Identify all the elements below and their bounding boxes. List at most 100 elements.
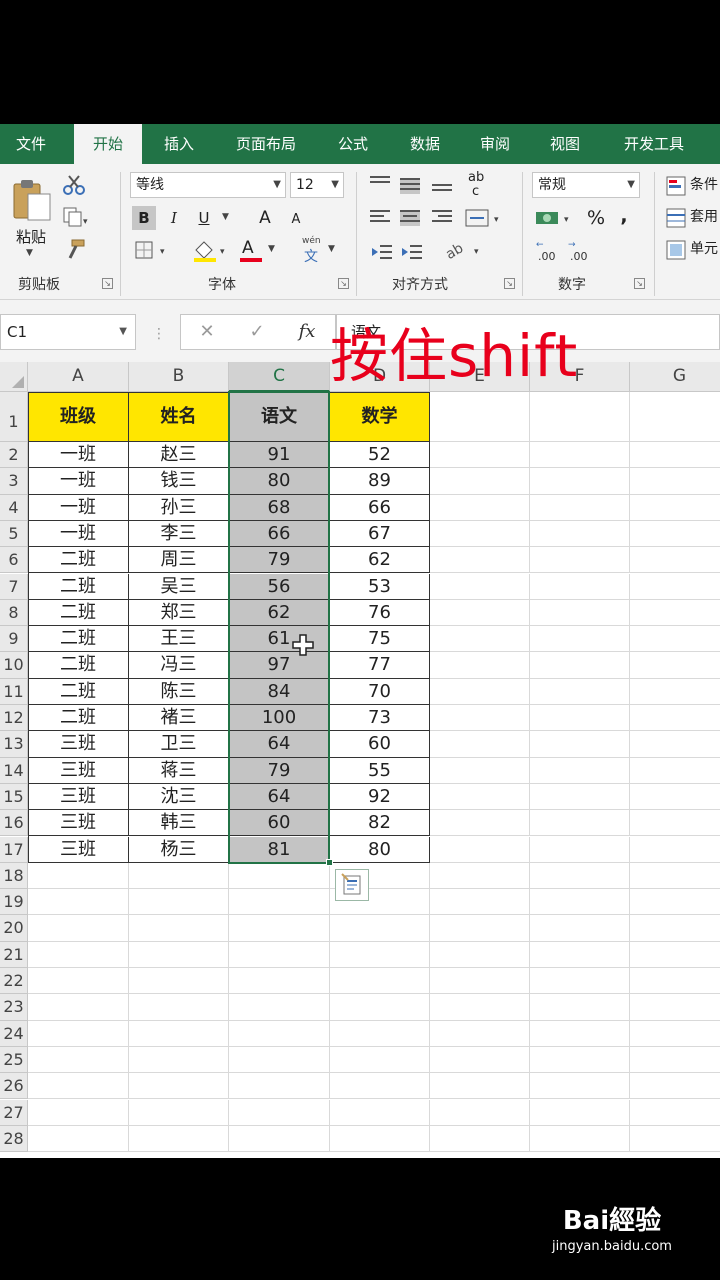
cell-b25[interactable] xyxy=(129,1046,229,1074)
row-header-5[interactable]: 5 xyxy=(0,520,28,548)
cell-a12[interactable]: 二班 xyxy=(28,705,129,732)
decrease-decimal-button[interactable]: → .00 xyxy=(568,240,594,264)
cell-b5[interactable]: 李三 xyxy=(129,520,229,548)
cell-g26[interactable] xyxy=(630,1073,720,1100)
cell-e27[interactable] xyxy=(430,1099,530,1126)
cut-icon[interactable] xyxy=(62,174,86,196)
cell-a18[interactable] xyxy=(28,862,129,890)
align-right-icon[interactable] xyxy=(432,210,452,226)
cell-f4[interactable] xyxy=(530,494,630,521)
cell-a24[interactable] xyxy=(28,1020,129,1047)
cell-g24[interactable] xyxy=(630,1021,720,1047)
row-header-24[interactable]: 24 xyxy=(0,1020,28,1047)
cell-f8[interactable] xyxy=(530,599,630,627)
row-header-12[interactable]: 12 xyxy=(0,705,28,732)
cell-b2[interactable]: 赵三 xyxy=(129,442,229,469)
cell-a26[interactable] xyxy=(28,1073,129,1100)
cell-e13[interactable] xyxy=(430,731,530,758)
cell-f24[interactable] xyxy=(530,1020,630,1047)
cell-a27[interactable] xyxy=(28,1099,129,1126)
paste-button[interactable]: 粘贴 ▼ xyxy=(8,174,54,264)
cell-d21[interactable] xyxy=(330,941,430,968)
cell-f2[interactable] xyxy=(530,442,630,469)
merge-center-icon[interactable]: ▾ xyxy=(464,208,504,230)
cell-d7[interactable]: 53 xyxy=(330,573,430,600)
cell-d11[interactable]: 70 xyxy=(330,678,430,705)
format-as-table-button[interactable]: 套用 xyxy=(664,206,720,230)
cell-b15[interactable]: 沈三 xyxy=(129,783,229,811)
cell-c22[interactable] xyxy=(229,968,330,995)
increase-font-button[interactable]: A xyxy=(252,206,278,230)
percent-button[interactable]: % xyxy=(584,206,608,230)
cell-f15[interactable] xyxy=(530,783,630,811)
decrease-font-button[interactable]: A xyxy=(284,208,308,230)
cancel-icon[interactable]: ✕ xyxy=(187,315,227,349)
cell-g27[interactable] xyxy=(630,1100,720,1126)
cell-a22[interactable] xyxy=(28,968,129,995)
cell-f17[interactable] xyxy=(530,836,630,863)
cell-g6[interactable] xyxy=(630,547,720,574)
cell-g12[interactable] xyxy=(630,705,720,732)
cell-e4[interactable] xyxy=(430,494,530,521)
cell-f6[interactable] xyxy=(530,547,630,574)
cell-g17[interactable] xyxy=(630,837,720,863)
quick-analysis-button[interactable] xyxy=(335,868,369,901)
cell-g9[interactable] xyxy=(630,626,720,653)
cell-c4[interactable]: 68 xyxy=(229,494,330,521)
cell-b22[interactable] xyxy=(129,968,229,995)
cell-c8[interactable]: 62 xyxy=(229,599,330,627)
cell-e10[interactable] xyxy=(430,652,530,679)
cell-b8[interactable]: 郑三 xyxy=(129,599,229,627)
cell-c27[interactable] xyxy=(229,1099,330,1126)
row-header-3[interactable]: 3 xyxy=(0,468,28,495)
cell-f9[interactable] xyxy=(530,626,630,653)
cell-c9[interactable]: 61 xyxy=(229,626,330,653)
cell-b13[interactable]: 卫三 xyxy=(129,731,229,758)
column-header-g[interactable]: G xyxy=(630,362,720,392)
row-header-1[interactable]: 1 xyxy=(0,392,28,442)
cell-a16[interactable]: 三班 xyxy=(28,810,129,837)
row-header-21[interactable]: 21 xyxy=(0,941,28,968)
row-header-20[interactable]: 20 xyxy=(0,915,28,942)
copy-icon[interactable]: ▾ xyxy=(62,206,88,228)
cell-b10[interactable]: 冯三 xyxy=(129,652,229,679)
cell-g28[interactable] xyxy=(630,1126,720,1153)
tab-developer[interactable]: 开发工具 xyxy=(610,124,698,164)
align-middle-icon[interactable] xyxy=(400,178,420,194)
cell-g16[interactable] xyxy=(630,810,720,837)
row-header-25[interactable]: 25 xyxy=(0,1046,28,1074)
cell-g8[interactable] xyxy=(630,600,720,627)
cell-g15[interactable] xyxy=(630,784,720,811)
cell-b17[interactable]: 杨三 xyxy=(129,836,229,863)
row-header-27[interactable]: 27 xyxy=(0,1099,28,1126)
cell-e2[interactable] xyxy=(430,442,530,469)
cell-f11[interactable] xyxy=(530,678,630,705)
cell-f1[interactable] xyxy=(530,392,630,442)
cell-e21[interactable] xyxy=(430,941,530,968)
row-header-22[interactable]: 22 xyxy=(0,968,28,995)
tab-insert[interactable]: 插入 xyxy=(148,124,210,164)
cell-b24[interactable] xyxy=(129,1020,229,1047)
cell-b11[interactable]: 陈三 xyxy=(129,678,229,705)
cell-f26[interactable] xyxy=(530,1073,630,1100)
accounting-format-icon[interactable]: ▾ xyxy=(534,208,576,230)
align-left-icon[interactable] xyxy=(370,210,390,226)
row-header-28[interactable]: 28 xyxy=(0,1125,28,1153)
font-size-select[interactable]: 12 ▼ xyxy=(290,172,344,198)
cell-f5[interactable] xyxy=(530,520,630,548)
row-header-19[interactable]: 19 xyxy=(0,889,28,916)
cell-f19[interactable] xyxy=(530,889,630,916)
cell-e6[interactable] xyxy=(430,547,530,574)
cell-d25[interactable] xyxy=(330,1046,430,1074)
name-box[interactable]: C1 ▼ xyxy=(0,314,136,350)
cell-f25[interactable] xyxy=(530,1046,630,1074)
column-header-a[interactable]: A xyxy=(28,362,129,392)
tab-data[interactable]: 数据 xyxy=(394,124,456,164)
cell-c1[interactable]: 语文 xyxy=(229,392,330,442)
cell-c3[interactable]: 80 xyxy=(229,468,330,495)
fill-color-icon[interactable]: ▾ xyxy=(192,238,228,262)
cell-d4[interactable]: 66 xyxy=(330,494,430,521)
cell-d22[interactable] xyxy=(330,968,430,995)
row-header-15[interactable]: 15 xyxy=(0,783,28,811)
cell-g1[interactable] xyxy=(630,392,720,442)
